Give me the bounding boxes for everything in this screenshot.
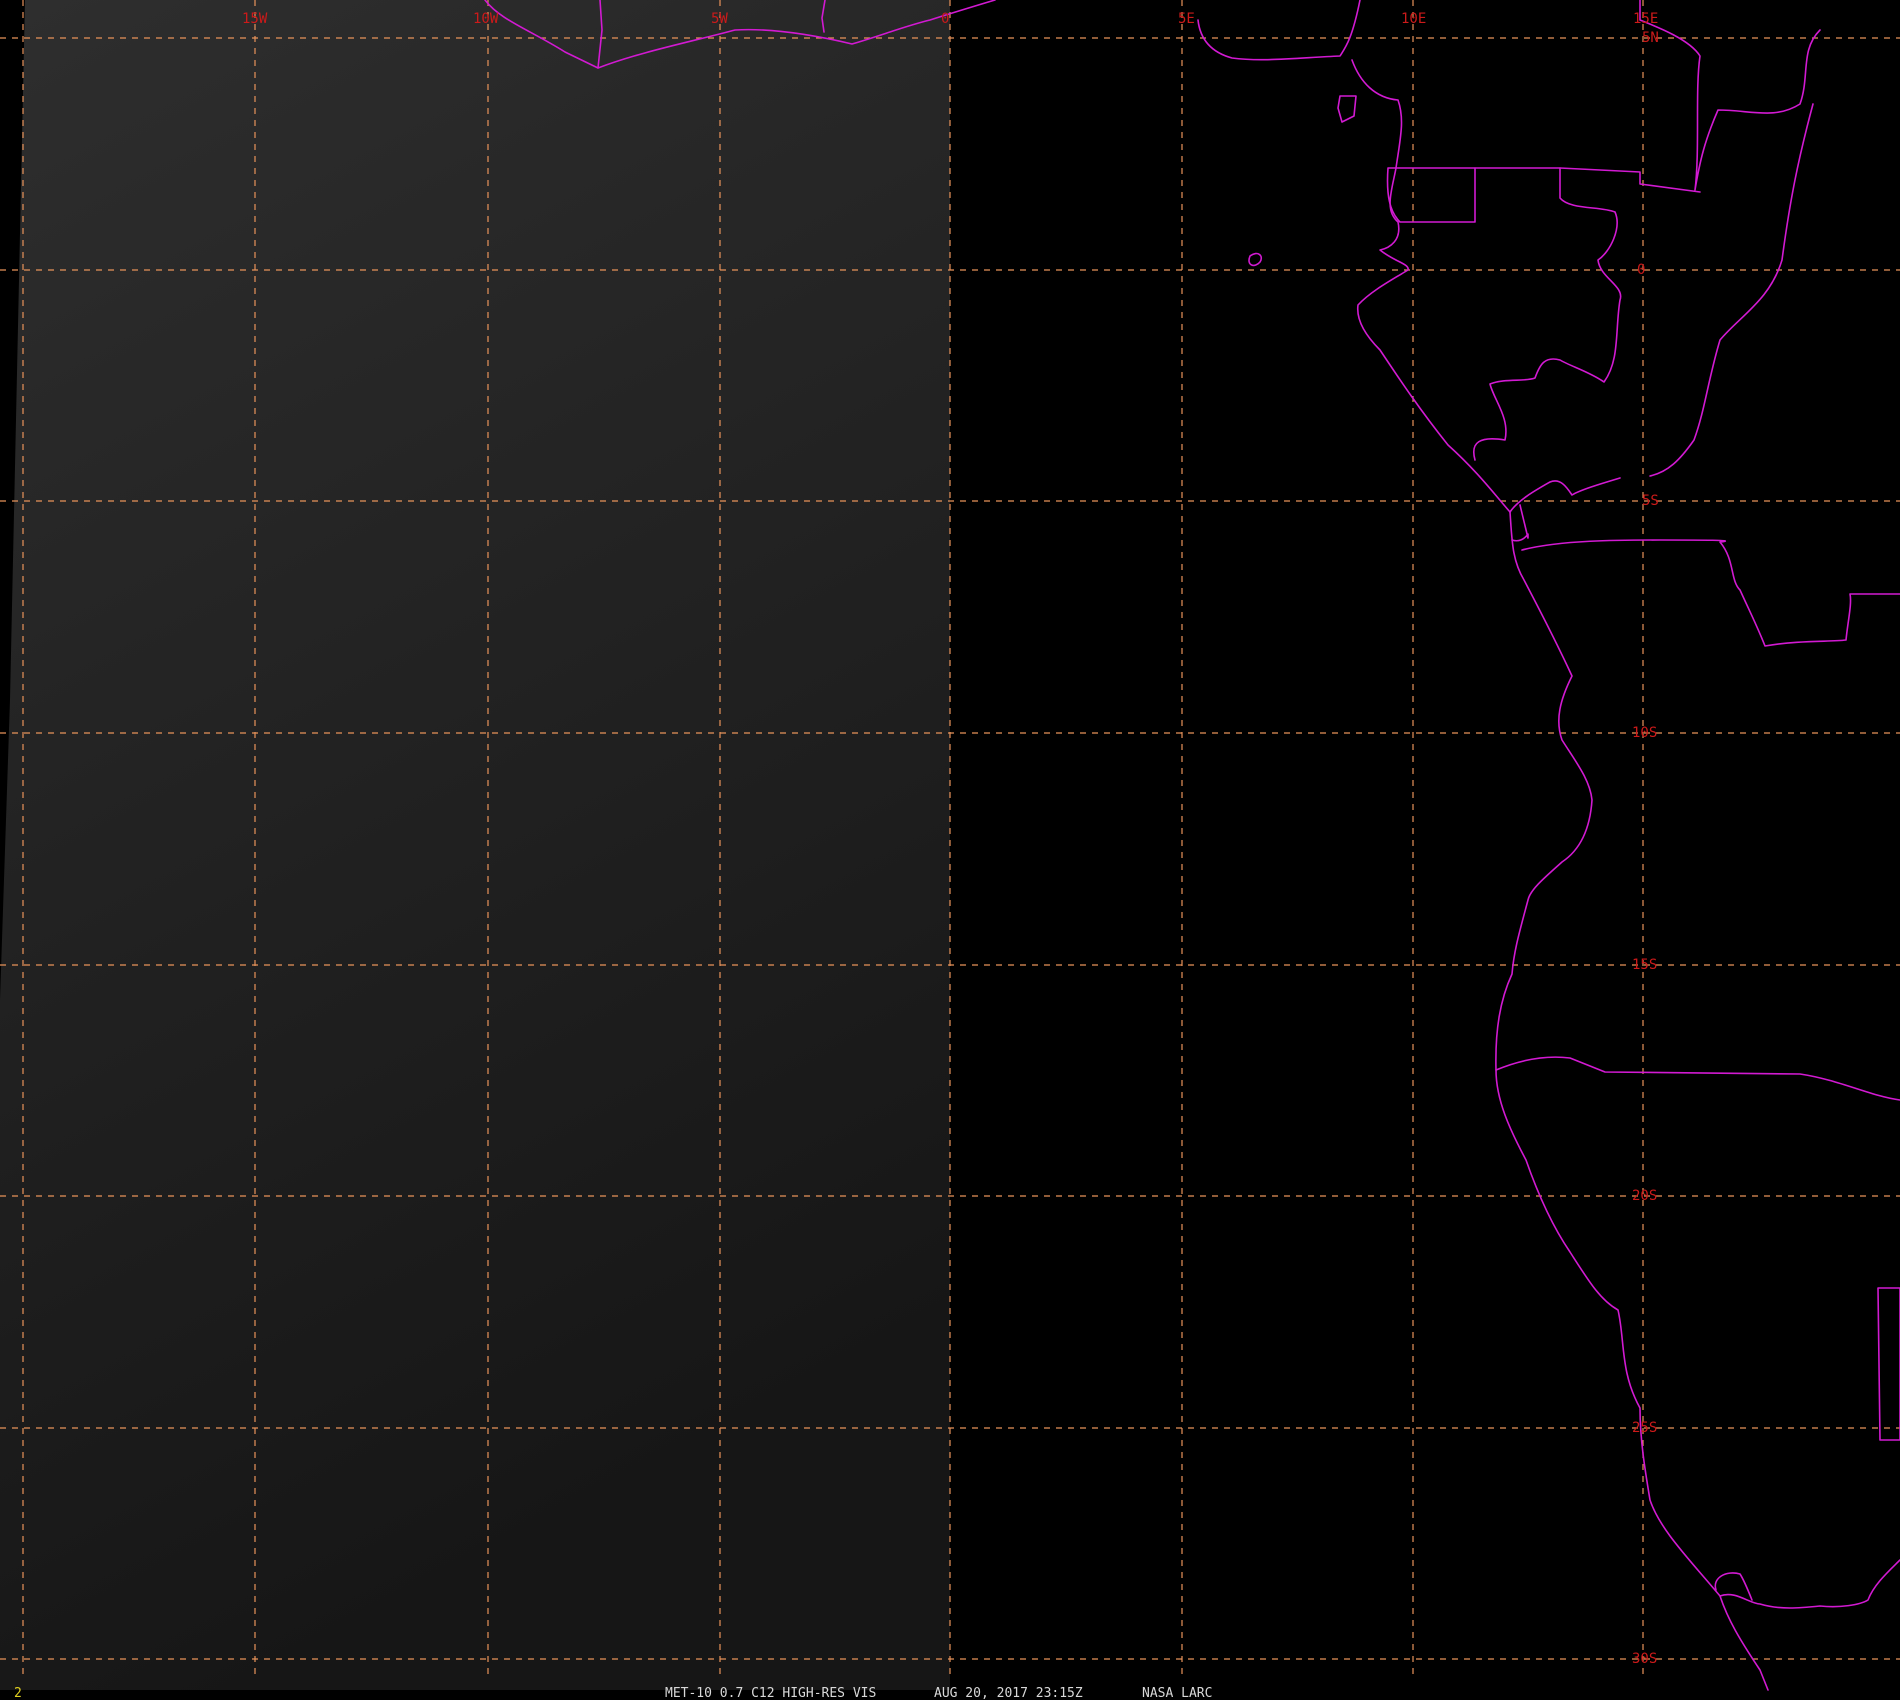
- source-label: NASA LARC: [1142, 1686, 1212, 1700]
- latitude-labels: 5N 0 5S 10S 15S 20S 25S 30S: [1632, 30, 1659, 1667]
- lon-label-15e: 15E: [1633, 11, 1658, 27]
- satellite-map-canvas: 5N 0 5S 10S 15S 20S 25S 30S 15W 10W 5W 0…: [0, 0, 1900, 1700]
- datetime-label: AUG 20, 2017 23:15Z: [934, 1686, 1083, 1700]
- lat-label-20s: 20S: [1632, 1188, 1657, 1204]
- satellite-map-view: 5N 0 5S 10S 15S 20S 25S 30S 15W 10W 5W 0…: [0, 0, 1900, 1700]
- lon-label-5e: 5E: [1178, 11, 1195, 27]
- border-cameroon-gabon: [1474, 167, 1701, 193]
- border-angola-namibia: [1495, 1056, 1900, 1101]
- coastline-angola-namibia: [1495, 511, 1769, 1691]
- border-drc-angola: [1521, 539, 1900, 647]
- lat-label-15s: 15S: [1632, 957, 1657, 973]
- border-equatorial-guinea: [1386, 167, 1476, 223]
- lat-label-10s: 10S: [1632, 725, 1657, 741]
- lat-label-5n: 5N: [1642, 30, 1659, 46]
- lon-label-5w: 5W: [711, 11, 728, 27]
- product-label: MET-10 0.7 C12 HIGH-RES VIS: [665, 1686, 876, 1700]
- border-namibia-botswana: [1877, 1287, 1900, 1441]
- border-cabinda: [1509, 477, 1621, 513]
- border-congo-drc: [1639, 0, 1821, 191]
- lon-label-10w: 10W: [473, 11, 499, 27]
- imagery-swath: [0, 0, 950, 1690]
- lat-label-5s: 5S: [1642, 493, 1659, 509]
- frame-number: 2: [14, 1686, 22, 1700]
- lat-label-25s: 25S: [1632, 1420, 1657, 1436]
- coastline-cameroon: [1197, 0, 1361, 61]
- lat-label-0: 0: [1637, 262, 1645, 278]
- border-angola-north: [1511, 504, 1529, 542]
- border-congo-east: [1649, 103, 1814, 477]
- coastline-gabon: [1351, 59, 1511, 513]
- border-namibia-south-africa: [1719, 1559, 1900, 1609]
- border-gabon-congo: [1473, 167, 1622, 461]
- island-bioko: [1337, 95, 1357, 123]
- lon-label-15w: 15W: [242, 11, 268, 27]
- lat-label-30s: 30S: [1632, 1651, 1657, 1667]
- lon-label-10e: 10E: [1401, 11, 1426, 27]
- island-sao-tome: [1248, 252, 1263, 267]
- lon-label-0: 0: [941, 11, 949, 27]
